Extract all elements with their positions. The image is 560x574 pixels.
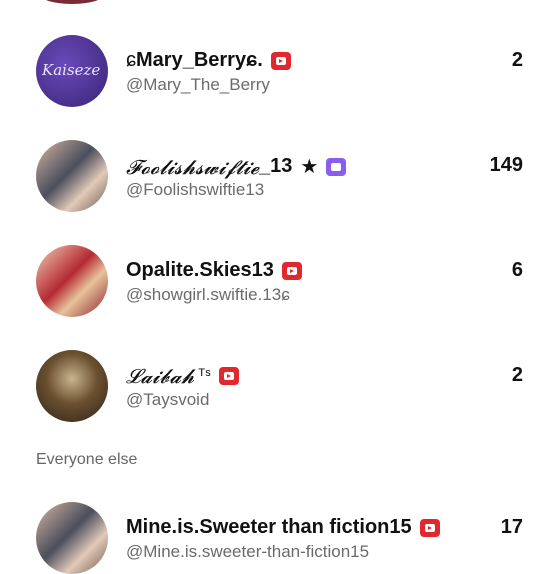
list-item[interactable]: Opalite.Skies13 @showgirl.swiftie.13ɕ 6 [0,245,560,317]
display-name: Mine.is.Sweeter than fiction15 [126,516,440,539]
count: 2 [511,49,523,71]
star-icon: ★ [300,156,319,178]
avatar [36,502,108,574]
handle: @showgirl.swiftie.13ɕ [126,285,290,304]
video-badge-icon [218,367,239,385]
count: 6 [511,259,523,281]
avatar-partial [36,0,108,4]
avatar: Kaiseze [36,35,108,107]
video-badge-icon [270,51,291,70]
section-heading: Everyone else [36,451,138,468]
video-badge-icon [419,518,440,537]
handle: @Mine.is.sweeter-than-fiction15 [126,542,370,561]
count: 2 [511,364,523,386]
display-name: ɕ Mary_Berry ɕ. [126,49,291,72]
avatar [36,140,108,212]
display-name: Opalite.Skies13 [126,259,302,282]
list-item[interactable]: Kaiseze ɕ Mary_Berry ɕ. @Mary_The_Berry … [0,35,560,107]
handle: @Mary_The_Berry [126,75,270,94]
list-item[interactable]: 𝓕𝓸𝓸𝓵𝓲𝓼𝓱𝓼𝔀𝓲𝓯𝓽𝓲𝓮 _13 ★ @Foolishswiftie13 1… [0,140,560,212]
handle: @Taysvoid [126,390,210,409]
list-item[interactable]: 𝓛𝓪𝓲𝓫𝓪𝓱 ᵀˢ @Taysvoid 2 [0,350,560,422]
handle: @Foolishswiftie13 [126,180,265,199]
avatar [36,245,108,317]
count: 149 [489,154,523,176]
list-item[interactable]: Mine.is.Sweeter than fiction15 @Mine.is.… [0,502,560,574]
count: 17 [500,516,523,538]
video-badge-icon [281,261,302,280]
subscriber-badge-icon [326,157,347,176]
display-name: 𝓕𝓸𝓸𝓵𝓲𝓼𝓱𝓼𝔀𝓲𝓯𝓽𝓲𝓮 _13 ★ [126,154,347,179]
avatar [36,350,108,422]
display-name: 𝓛𝓪𝓲𝓫𝓪𝓱 ᵀˢ [126,364,239,388]
